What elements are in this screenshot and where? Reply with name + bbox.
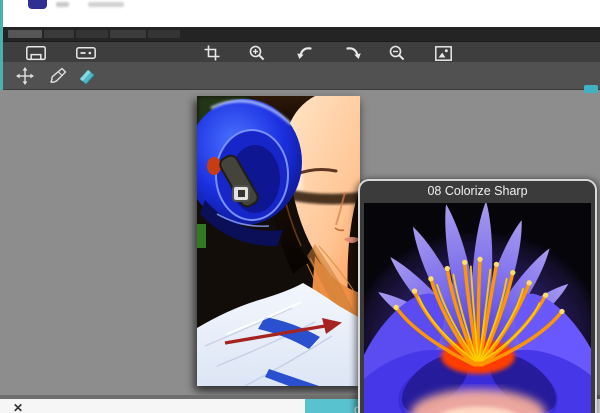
menu-item[interactable]	[110, 30, 146, 38]
menu-item[interactable]	[44, 30, 74, 38]
menu-bar	[0, 27, 600, 41]
menu-item[interactable]	[8, 30, 42, 38]
redo-icon	[346, 47, 361, 59]
export-button[interactable]	[25, 45, 47, 61]
main-toolbar	[0, 41, 600, 62]
header-text-smudge	[56, 2, 69, 7]
cookie-close-icon[interactable]: ✕	[13, 402, 23, 413]
teal-marker	[584, 85, 598, 93]
lotus-flower-image	[364, 203, 591, 413]
zoom-in-button[interactable]	[249, 45, 265, 61]
undo-icon	[297, 47, 312, 59]
crop-icon	[204, 45, 220, 61]
undo-button[interactable]	[296, 45, 312, 61]
crop-button[interactable]	[204, 45, 220, 61]
left-accent-strip	[0, 0, 3, 90]
menu-item[interactable]	[148, 30, 180, 38]
export-icon	[26, 45, 46, 60]
presets-button[interactable]	[75, 47, 97, 59]
move-icon	[16, 67, 34, 85]
eraser-icon	[79, 69, 95, 85]
site-logo	[28, 0, 47, 9]
brush-icon	[50, 67, 67, 83]
zoom-out-icon	[389, 45, 405, 61]
preset-preview[interactable]	[364, 203, 591, 413]
app-window: Brush Size: Opacity: Mask: Fill Clear In…	[0, 0, 600, 413]
menu-item[interactable]	[76, 30, 108, 38]
zoom-out-button[interactable]	[389, 45, 405, 61]
browser-header	[0, 0, 600, 27]
preview-icon	[434, 45, 452, 61]
brush-tool-button[interactable]	[48, 66, 68, 86]
tools-toolbar: Brush Size: Opacity: Mask: Fill Clear In…	[0, 62, 600, 148]
preview-button[interactable]	[434, 45, 452, 61]
eraser-tool-button[interactable]	[77, 66, 97, 86]
header-text-smudge	[88, 2, 124, 7]
redo-button[interactable]	[346, 45, 362, 61]
preset-panel: 08 Colorize Sharp	[358, 179, 597, 413]
move-tool-button[interactable]	[16, 67, 34, 85]
red-arrow-annotation	[224, 318, 342, 345]
presets-icon	[76, 47, 96, 59]
preset-panel-title[interactable]: 08 Colorize Sharp	[360, 181, 595, 202]
zoom-in-icon	[249, 45, 265, 61]
